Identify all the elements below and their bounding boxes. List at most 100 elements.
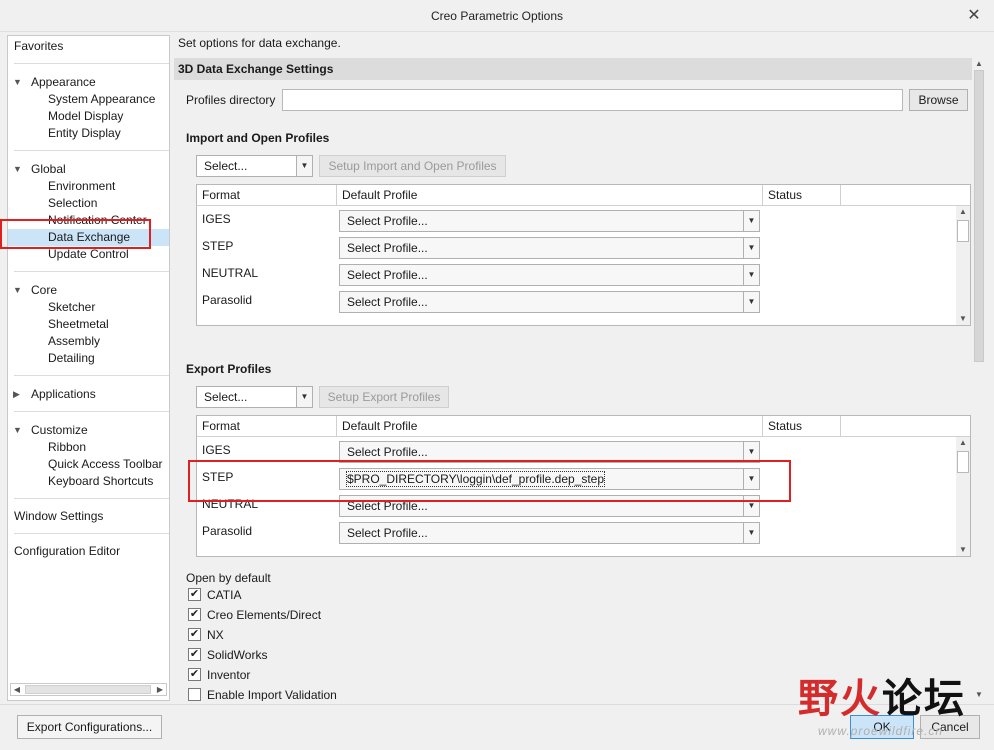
- sidebar-item-assembly[interactable]: Assembly: [8, 333, 169, 350]
- window-title: Creo Parametric Options: [430, 9, 564, 23]
- checkbox-creo-elements-direct[interactable]: ✔: [188, 608, 201, 621]
- dialog-footer: Export Configurations... OK Cancel: [0, 704, 994, 750]
- checkbox-label: NX: [207, 628, 224, 642]
- checkbox-label: CATIA: [207, 588, 242, 602]
- scroll-down-icon[interactable]: ▼: [956, 313, 970, 325]
- sidebar-item-system-appearance[interactable]: System Appearance: [8, 91, 169, 108]
- format-cell: Parasolid: [202, 524, 253, 538]
- sidebar-item-notification-center[interactable]: Notification Center: [8, 212, 169, 229]
- divider: [14, 63, 169, 64]
- table-row: NEUTRAL Select Profile... ▼: [197, 261, 957, 288]
- profile-combo-step[interactable]: $PRO_DIRECTORY\loggin\def_profile.dep_st…: [339, 468, 760, 490]
- scrollbar-thumb[interactable]: [25, 685, 151, 694]
- profile-combo[interactable]: Select Profile... ▼: [339, 441, 760, 463]
- scroll-right-icon[interactable]: ▶: [154, 684, 166, 695]
- title-bar: Creo Parametric Options ✕: [0, 0, 994, 32]
- scroll-left-icon[interactable]: ◀: [11, 684, 23, 695]
- scroll-down-icon[interactable]: ▼: [956, 544, 970, 556]
- sidebar-group-core[interactable]: ▼ Core: [8, 282, 169, 299]
- browse-button[interactable]: Browse: [909, 89, 968, 111]
- sidebar-item-ribbon[interactable]: Ribbon: [8, 439, 169, 456]
- sidebar-item-window-settings[interactable]: Window Settings: [8, 508, 169, 525]
- checkbox-solidworks[interactable]: ✔: [188, 648, 201, 661]
- export-configurations-button[interactable]: Export Configurations...: [17, 715, 162, 739]
- profile-combo[interactable]: Select Profile... ▼: [339, 210, 760, 232]
- content-vertical-scrollbar[interactable]: ▲ ▼: [972, 58, 986, 701]
- chevron-down-icon[interactable]: ▼: [743, 211, 759, 231]
- setup-import-button[interactable]: Setup Import and Open Profiles: [319, 155, 506, 177]
- column-header-format: Format: [197, 416, 337, 437]
- sidebar-item-keyboard-shortcuts[interactable]: Keyboard Shortcuts: [8, 473, 169, 490]
- triangle-right-icon: ▶: [13, 389, 20, 399]
- sidebar-horizontal-scrollbar[interactable]: ◀ ▶: [10, 683, 167, 696]
- cancel-button[interactable]: Cancel: [920, 715, 980, 739]
- import-select-combo[interactable]: Select... ▼: [196, 155, 313, 177]
- profile-combo[interactable]: Select Profile... ▼: [339, 291, 760, 313]
- column-header-status: Status: [763, 185, 841, 206]
- divider: [14, 271, 169, 272]
- divider: [14, 533, 169, 534]
- sidebar-item-entity-display[interactable]: Entity Display: [8, 125, 169, 142]
- export-select-combo[interactable]: Select... ▼: [196, 386, 313, 408]
- check-icon: ✔: [189, 668, 200, 680]
- sidebar-item-update-control[interactable]: Update Control: [8, 246, 169, 263]
- scroll-up-icon[interactable]: ▲: [956, 437, 970, 449]
- chevron-down-icon[interactable]: ▼: [743, 469, 759, 489]
- scroll-up-icon[interactable]: ▲: [956, 206, 970, 218]
- ok-button[interactable]: OK: [850, 715, 914, 739]
- chevron-down-icon[interactable]: ▼: [743, 238, 759, 258]
- scroll-up-icon[interactable]: ▲: [972, 58, 986, 70]
- sidebar-item-quick-access-toolbar[interactable]: Quick Access Toolbar: [8, 456, 169, 473]
- profile-combo[interactable]: Select Profile... ▼: [339, 264, 760, 286]
- sidebar-item-selection[interactable]: Selection: [8, 195, 169, 212]
- triangle-down-icon: ▼: [13, 285, 22, 295]
- chevron-down-icon[interactable]: ▼: [743, 523, 759, 543]
- sidebar-group-customize[interactable]: ▼ Customize: [8, 422, 169, 439]
- column-header-default-profile: Default Profile: [337, 416, 763, 437]
- checkbox-inventor[interactable]: ✔: [188, 668, 201, 681]
- column-header-format: Format: [197, 185, 337, 206]
- scrollbar-thumb[interactable]: [974, 70, 984, 362]
- table-header: Format Default Profile Status: [197, 416, 970, 437]
- sidebar-item-configuration-editor[interactable]: Configuration Editor: [8, 543, 169, 560]
- setup-export-button[interactable]: Setup Export Profiles: [319, 386, 449, 408]
- profile-combo[interactable]: Select Profile... ▼: [339, 522, 760, 544]
- checkbox-enable-import-validation[interactable]: [188, 688, 201, 701]
- sidebar-item-sheetmetal[interactable]: Sheetmetal: [8, 316, 169, 333]
- import-profiles-table: Format Default Profile Status IGES Selec…: [196, 184, 971, 326]
- scrollbar-thumb[interactable]: [957, 451, 969, 473]
- scrollbar-thumb[interactable]: [957, 220, 969, 242]
- checkbox-nx[interactable]: ✔: [188, 628, 201, 641]
- sidebar-item-environment[interactable]: Environment: [8, 178, 169, 195]
- chevron-down-icon[interactable]: ▼: [296, 387, 312, 407]
- export-profiles-table: Format Default Profile Status IGES Selec…: [196, 415, 971, 557]
- profiles-directory-field[interactable]: [282, 89, 903, 111]
- table-vertical-scrollbar[interactable]: ▲ ▼: [956, 437, 970, 556]
- sidebar-item-model-display[interactable]: Model Display: [8, 108, 169, 125]
- chevron-down-icon[interactable]: ▼: [296, 156, 312, 176]
- close-icon[interactable]: ✕: [964, 6, 984, 26]
- options-sidebar: Favorites ▼ Appearance System Appearance …: [7, 35, 170, 701]
- checkbox-label: Creo Elements/Direct: [207, 608, 322, 622]
- chevron-down-icon[interactable]: ▼: [743, 442, 759, 462]
- chevron-down-icon[interactable]: ▼: [743, 496, 759, 516]
- check-icon: ✔: [189, 608, 200, 620]
- page-description: Set options for data exchange.: [178, 36, 341, 50]
- format-cell: NEUTRAL: [202, 266, 259, 280]
- checkbox-label: SolidWorks: [207, 648, 268, 662]
- sidebar-group-appearance[interactable]: ▼ Appearance: [8, 74, 169, 91]
- scroll-down-icon[interactable]: ▼: [972, 689, 986, 701]
- sidebar-item-data-exchange[interactable]: Data Exchange: [8, 229, 169, 246]
- table-header: Format Default Profile Status: [197, 185, 970, 206]
- sidebar-item-favorites[interactable]: Favorites: [8, 38, 169, 55]
- profile-combo[interactable]: Select Profile... ▼: [339, 495, 760, 517]
- table-vertical-scrollbar[interactable]: ▲ ▼: [956, 206, 970, 325]
- chevron-down-icon[interactable]: ▼: [743, 265, 759, 285]
- sidebar-item-sketcher[interactable]: Sketcher: [8, 299, 169, 316]
- sidebar-item-detailing[interactable]: Detailing: [8, 350, 169, 367]
- chevron-down-icon[interactable]: ▼: [743, 292, 759, 312]
- checkbox-catia[interactable]: ✔: [188, 588, 201, 601]
- sidebar-group-applications[interactable]: ▶ Applications: [8, 386, 169, 403]
- sidebar-group-global[interactable]: ▼ Global: [8, 161, 169, 178]
- profile-combo[interactable]: Select Profile... ▼: [339, 237, 760, 259]
